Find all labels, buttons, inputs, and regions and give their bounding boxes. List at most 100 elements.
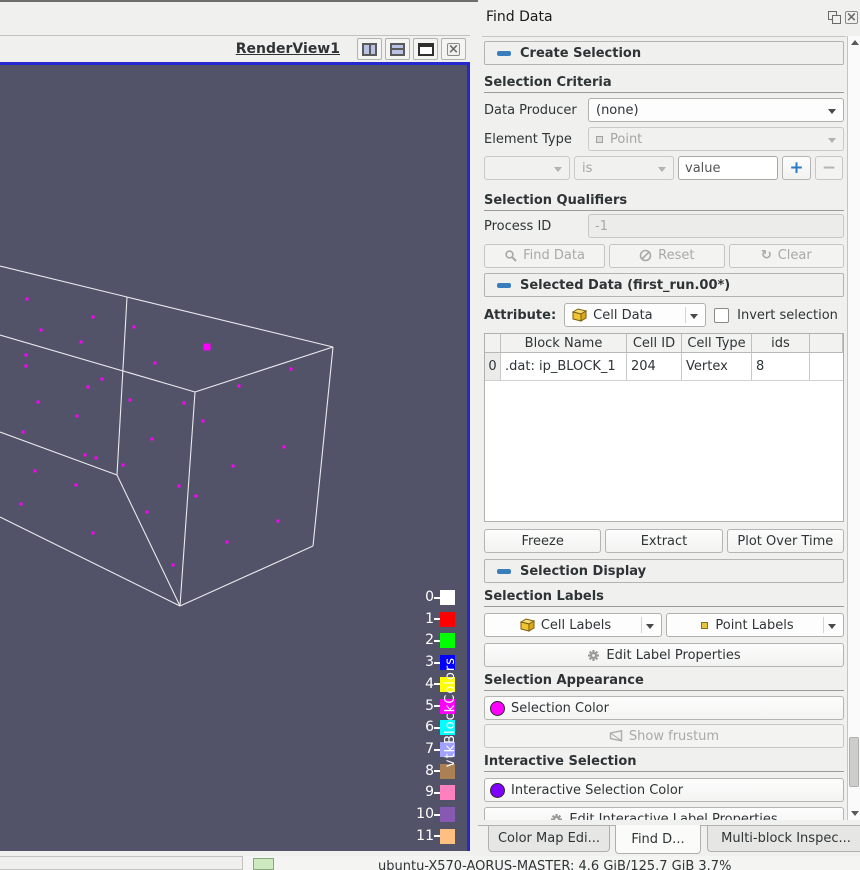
reset-button: Reset xyxy=(609,243,725,268)
data-producer-combo[interactable]: (none) xyxy=(588,98,844,122)
status-progress-area xyxy=(0,856,243,870)
render-viewport[interactable]: 0 1 2 3 4 5 6 7 8 9 10 11 vtkBlockColors xyxy=(0,62,470,851)
gear-icon xyxy=(551,813,563,820)
extract-button[interactable]: Extract xyxy=(605,529,723,553)
close-view-button[interactable]: × xyxy=(441,38,466,60)
status-bar: ubuntu-X570-AORUS-MASTER: 4.6 GiB/125.7 … xyxy=(0,856,860,870)
invert-selection-checkbox[interactable] xyxy=(714,307,730,323)
show-frustum-button: Show frustum xyxy=(484,724,844,748)
selection-actions-row: Freeze Extract Plot Over Time xyxy=(484,529,844,553)
status-text: ubuntu-X570-AORUS-MASTER: 4.6 GiB/125.7 … xyxy=(378,859,732,870)
legend-entry: 10 xyxy=(409,806,455,823)
magnifier-icon xyxy=(505,250,517,262)
chevron-down-icon xyxy=(658,167,666,172)
chevron-down-icon xyxy=(828,109,836,114)
split-horizontal-button[interactable] xyxy=(357,38,382,60)
slashed-circle-icon xyxy=(639,249,652,262)
scroll-up-button[interactable] xyxy=(849,36,860,49)
frustum-icon xyxy=(609,730,623,742)
chevron-down-icon xyxy=(828,624,836,629)
plot-over-time-button[interactable]: Plot Over Time xyxy=(726,529,844,553)
gear-icon xyxy=(588,649,600,661)
column-header[interactable]: Cell ID xyxy=(627,334,682,352)
point-icon xyxy=(596,135,603,143)
freeze-button[interactable]: Freeze xyxy=(484,529,602,553)
render-view-header: RenderView1 × xyxy=(0,36,470,62)
legend-label: 7 xyxy=(425,741,434,758)
tab-find-data[interactable]: Find D... xyxy=(615,825,701,854)
action-buttons-row: Find Data Reset ↻ Clear xyxy=(484,243,844,268)
legend-label: 9 xyxy=(425,784,434,801)
split-vertical-button[interactable] xyxy=(385,38,410,60)
legend-swatch xyxy=(440,590,455,605)
criteria-operator-combo: is xyxy=(574,156,674,180)
tab-multiblock-inspector[interactable]: Multi-block Inspec... xyxy=(707,826,860,852)
window-edge xyxy=(0,0,478,2)
criteria-field-combo xyxy=(484,156,570,180)
invert-selection-label: Invert selection xyxy=(737,307,838,323)
process-id-label: Process ID xyxy=(484,218,552,234)
attribute-combo[interactable]: Cell Data xyxy=(564,303,707,327)
add-criteria-button[interactable]: + xyxy=(782,156,811,180)
data-producer-row: Data Producer (none) xyxy=(484,98,844,122)
column-header[interactable]: ids xyxy=(752,334,810,352)
find-data-panel: Find Data × Create Selection Selection C… xyxy=(478,0,860,856)
selection-labels-heading: Selection Labels xyxy=(484,589,844,607)
legend-label: 4 xyxy=(425,675,434,692)
cell-labels-combo[interactable]: Cell Labels xyxy=(484,613,662,637)
collapse-dash-icon xyxy=(497,282,511,288)
panel-scrollbar[interactable] xyxy=(847,36,860,820)
legend-label: 10 xyxy=(416,806,434,823)
legend-swatch xyxy=(440,785,455,801)
selection-appearance-heading: Selection Appearance xyxy=(484,673,844,691)
legend-entry: 0 xyxy=(409,590,455,605)
table-row[interactable]: 0 .dat: ip_BLOCK_1 204 Vertex 8 xyxy=(485,353,843,381)
legend-swatch xyxy=(440,807,455,823)
create-selection-section[interactable]: Create Selection xyxy=(484,41,844,65)
data-producer-value: (none) xyxy=(596,102,639,118)
scroll-down-button[interactable] xyxy=(849,807,860,820)
attribute-row: Attribute: Cell Data Invert selection xyxy=(484,303,844,327)
tab-color-map-editor[interactable]: Color Map Edi... xyxy=(488,826,610,852)
criteria-term-row: is + − xyxy=(484,155,844,181)
wireframe-scene xyxy=(0,65,467,851)
close-panel-icon[interactable]: × xyxy=(845,11,858,24)
scrollbar-thumb[interactable] xyxy=(849,737,859,787)
selection-color-button[interactable]: Selection Color xyxy=(484,696,844,720)
column-header[interactable]: Block Name xyxy=(501,334,627,352)
arrow-down-icon xyxy=(850,811,859,816)
selection-criteria-heading: Selection Criteria xyxy=(484,75,844,93)
plus-icon: + xyxy=(789,157,804,178)
section-title: Selected Data (first_run.00*) xyxy=(520,277,731,293)
panel-content: Create Selection Selection Criteria Data… xyxy=(482,36,846,820)
edit-label-properties-button[interactable]: Edit Label Properties xyxy=(484,643,844,667)
element-type-row: Element Type Point xyxy=(484,127,844,151)
legend-label: 8 xyxy=(425,762,434,779)
section-title: Selection Display xyxy=(520,563,647,579)
legend-label: 6 xyxy=(425,719,434,736)
maximize-icon xyxy=(417,42,434,56)
find-data-button: Find Data xyxy=(484,243,606,268)
criteria-value-input[interactable] xyxy=(678,156,778,180)
section-title: Create Selection xyxy=(520,45,642,61)
interactive-selection-color-button[interactable]: Interactive Selection Color xyxy=(484,778,844,802)
edit-interactive-label-properties-button[interactable]: Edit Interactive Label Properties xyxy=(484,807,844,820)
maximize-view-button[interactable] xyxy=(413,38,438,60)
close-icon: × xyxy=(447,41,460,57)
selection-color-swatch xyxy=(490,700,505,716)
selected-data-section[interactable]: Selected Data (first_run.00*) xyxy=(484,273,844,297)
element-type-combo: Point xyxy=(588,127,844,151)
undock-panel-icon[interactable] xyxy=(828,11,841,24)
column-header[interactable]: Cell Type xyxy=(682,334,752,352)
selected-data-table[interactable]: Block Name Cell ID Cell Type ids 0 .dat:… xyxy=(484,333,844,522)
selection-display-section[interactable]: Selection Display xyxy=(484,559,844,583)
chevron-down-icon xyxy=(690,314,699,319)
collapse-dash-icon xyxy=(497,50,511,56)
cell-data-icon xyxy=(572,308,588,322)
point-labels-combo[interactable]: Point Labels xyxy=(666,613,844,637)
legend-label: 3 xyxy=(425,654,434,671)
legend-swatch xyxy=(440,828,455,844)
point-labels-icon xyxy=(701,621,709,629)
legend-label: 2 xyxy=(425,632,434,649)
legend-entry: 11 xyxy=(409,828,455,844)
